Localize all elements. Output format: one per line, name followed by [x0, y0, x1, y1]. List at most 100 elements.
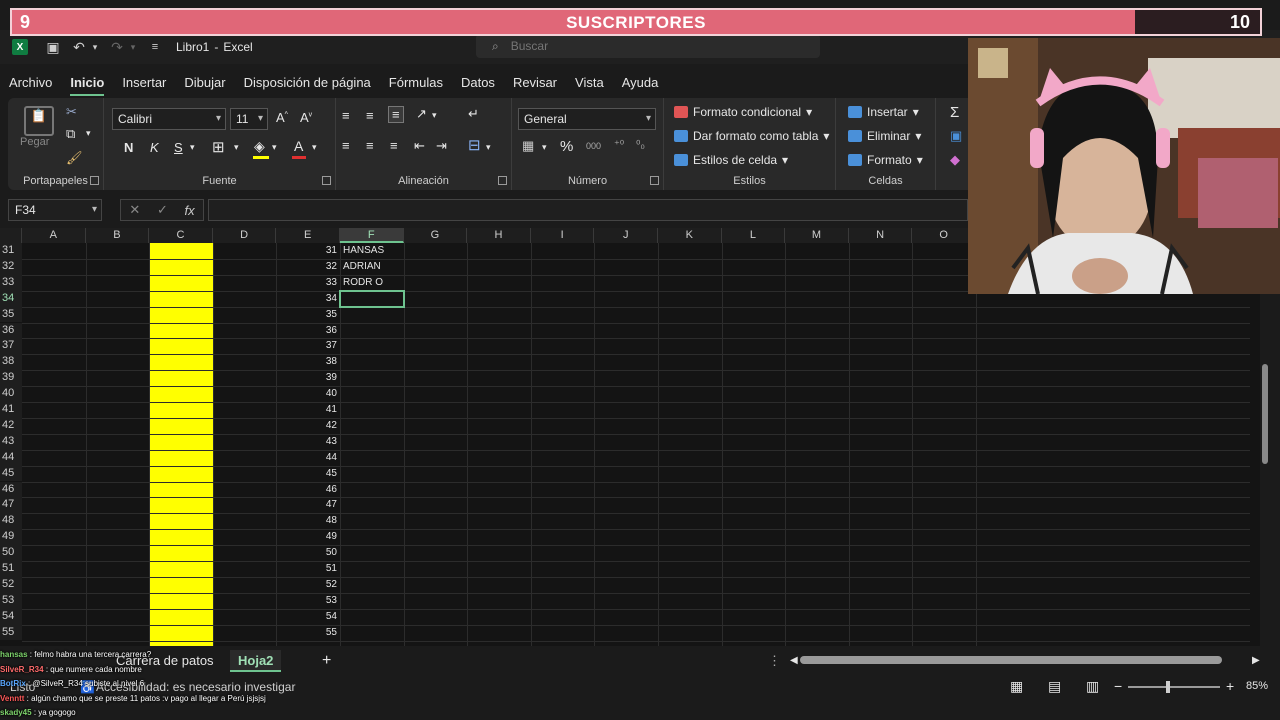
cell-e-54[interactable]: 54 [276, 609, 337, 625]
delete-cells-button[interactable]: Eliminar ▾ [848, 129, 921, 143]
cell-f-32[interactable]: ADRIAN [343, 259, 404, 275]
currency-dropdown-icon[interactable]: ▾ [542, 142, 547, 153]
clipboard-launcher[interactable] [90, 176, 99, 185]
tab-vista[interactable]: Vista [566, 70, 613, 96]
column-header-n[interactable]: N [848, 228, 913, 243]
row-header-49[interactable]: 49 [0, 529, 22, 546]
row-header-39[interactable]: 39 [0, 370, 22, 387]
alignment-launcher[interactable] [498, 176, 507, 185]
cell-f-33[interactable]: RODR O [343, 275, 404, 291]
fill-dropdown-icon[interactable]: ▾ [272, 142, 277, 153]
tab-archivo[interactable]: Archivo [0, 70, 61, 96]
cell-e-33[interactable]: 33 [276, 275, 337, 291]
cell-e-50[interactable]: 50 [276, 545, 337, 561]
format-painter-icon[interactable]: 🖌 [66, 150, 83, 166]
column-header-o[interactable]: O [912, 228, 976, 243]
tab-revisar[interactable]: Revisar [504, 70, 566, 96]
row-header-40[interactable]: 40 [0, 386, 22, 402]
row-header-33[interactable]: 33 [0, 274, 22, 291]
italic-button[interactable]: K [150, 140, 159, 155]
cancel-icon[interactable]: ✕ [129, 202, 140, 218]
formula-input[interactable] [208, 199, 968, 221]
tab-datos[interactable]: Datos [452, 70, 504, 96]
column-header-b[interactable]: B [85, 228, 150, 243]
cell-e-41[interactable]: 41 [276, 402, 337, 418]
row-header-31[interactable]: 31 [0, 243, 22, 259]
insert-function-icon[interactable]: fx [185, 203, 195, 218]
redo-dropdown-icon[interactable]: ▾ [128, 36, 138, 58]
row-header-46[interactable]: 46 [0, 481, 22, 498]
clear-icon[interactable]: ◆ [950, 152, 960, 168]
name-box[interactable]: F34 [8, 199, 102, 221]
cell-e-52[interactable]: 52 [276, 577, 337, 593]
insert-cells-button[interactable]: Insertar ▾ [848, 105, 919, 119]
row-header-41[interactable]: 41 [0, 402, 22, 418]
cell-e-46[interactable]: 46 [276, 482, 337, 498]
merge-center-icon[interactable]: ⊟ [468, 136, 481, 154]
enter-icon[interactable]: ✓ [157, 202, 168, 218]
borders-dropdown-icon[interactable]: ▾ [234, 142, 239, 153]
cell-e-42[interactable]: 42 [276, 418, 337, 434]
cell-e-32[interactable]: 32 [276, 259, 337, 275]
select-all-corner[interactable] [0, 228, 22, 243]
search-box[interactable]: ⌕ [476, 34, 820, 58]
redo-icon[interactable]: ↷ [106, 36, 128, 58]
undo-icon[interactable]: ↶ [68, 36, 90, 58]
row-header-52[interactable]: 52 [0, 576, 22, 593]
row-header-34[interactable]: 34 [0, 290, 22, 307]
align-top-icon[interactable]: ≡ [342, 108, 350, 123]
cell-e-48[interactable]: 48 [276, 513, 337, 529]
scroll-right-icon[interactable]: ▶ [1244, 650, 1268, 672]
cell-e-37[interactable]: 37 [276, 338, 337, 354]
tab-dibujar[interactable]: Dibujar [175, 70, 234, 96]
normal-view-icon[interactable]: ▦ [1010, 678, 1023, 695]
cell-e-55[interactable]: 55 [276, 625, 337, 641]
cell-e-53[interactable]: 53 [276, 593, 337, 609]
row-header-38[interactable]: 38 [0, 354, 22, 371]
align-middle-icon[interactable]: ≡ [366, 108, 374, 123]
tab-insertar[interactable]: Insertar [113, 70, 175, 96]
row-header-35[interactable]: 35 [0, 306, 22, 323]
tab-ayuda[interactable]: Ayuda [613, 70, 668, 96]
copy-dropdown-icon[interactable]: ▾ [86, 128, 91, 139]
increase-indent-icon[interactable]: ⇥ [436, 138, 447, 154]
cell-e-35[interactable]: 35 [276, 307, 337, 323]
merge-dropdown-icon[interactable]: ▾ [486, 142, 491, 153]
cell-e-43[interactable]: 43 [276, 434, 337, 450]
align-right-icon[interactable]: ≡ [390, 138, 398, 153]
cell-e-44[interactable]: 44 [276, 450, 337, 466]
column-header-m[interactable]: M [785, 228, 849, 243]
row-header-48[interactable]: 48 [0, 513, 22, 530]
format-cells-button[interactable]: Formato ▾ [848, 153, 923, 167]
autosum-icon[interactable]: Σ [950, 104, 959, 121]
column-header-j[interactable]: J [594, 228, 658, 243]
column-header-l[interactable]: L [721, 228, 786, 243]
row-header-55[interactable]: 55 [0, 624, 22, 641]
column-header-h[interactable]: H [467, 228, 531, 243]
row-header-42[interactable]: 42 [0, 417, 22, 434]
row-header-51[interactable]: 51 [0, 561, 22, 577]
row-header-44[interactable]: 44 [0, 449, 22, 466]
decrease-font-icon[interactable]: Av [300, 110, 312, 125]
underline-button[interactable]: S [174, 140, 183, 155]
row-header-54[interactable]: 54 [0, 608, 22, 625]
orientation-icon[interactable]: ↗ [416, 106, 427, 122]
zoom-slider[interactable] [1128, 686, 1220, 688]
row-header-43[interactable]: 43 [0, 433, 22, 450]
cell-e-31[interactable]: 31 [276, 243, 337, 259]
align-center-icon[interactable]: ≡ [366, 138, 374, 153]
add-sheet-button[interactable]: + [314, 650, 339, 672]
percent-button[interactable]: % [560, 138, 573, 155]
cell-e-36[interactable]: 36 [276, 323, 337, 339]
column-header-k[interactable]: K [658, 228, 722, 243]
thousands-button[interactable]: 000 [586, 141, 601, 151]
column-header-e[interactable]: E [276, 228, 340, 243]
increase-decimal-icon[interactable]: ⁺⁰ [614, 138, 624, 151]
font-color-dropdown-icon[interactable]: ▾ [312, 142, 317, 153]
increase-font-icon[interactable]: A^ [276, 110, 288, 125]
bold-button[interactable]: N [124, 140, 133, 155]
zoom-level[interactable]: 85% [1246, 680, 1268, 692]
horizontal-scroll-thumb[interactable] [800, 656, 1222, 664]
row-header-53[interactable]: 53 [0, 592, 22, 609]
orientation-dropdown-icon[interactable]: ▾ [432, 110, 437, 121]
